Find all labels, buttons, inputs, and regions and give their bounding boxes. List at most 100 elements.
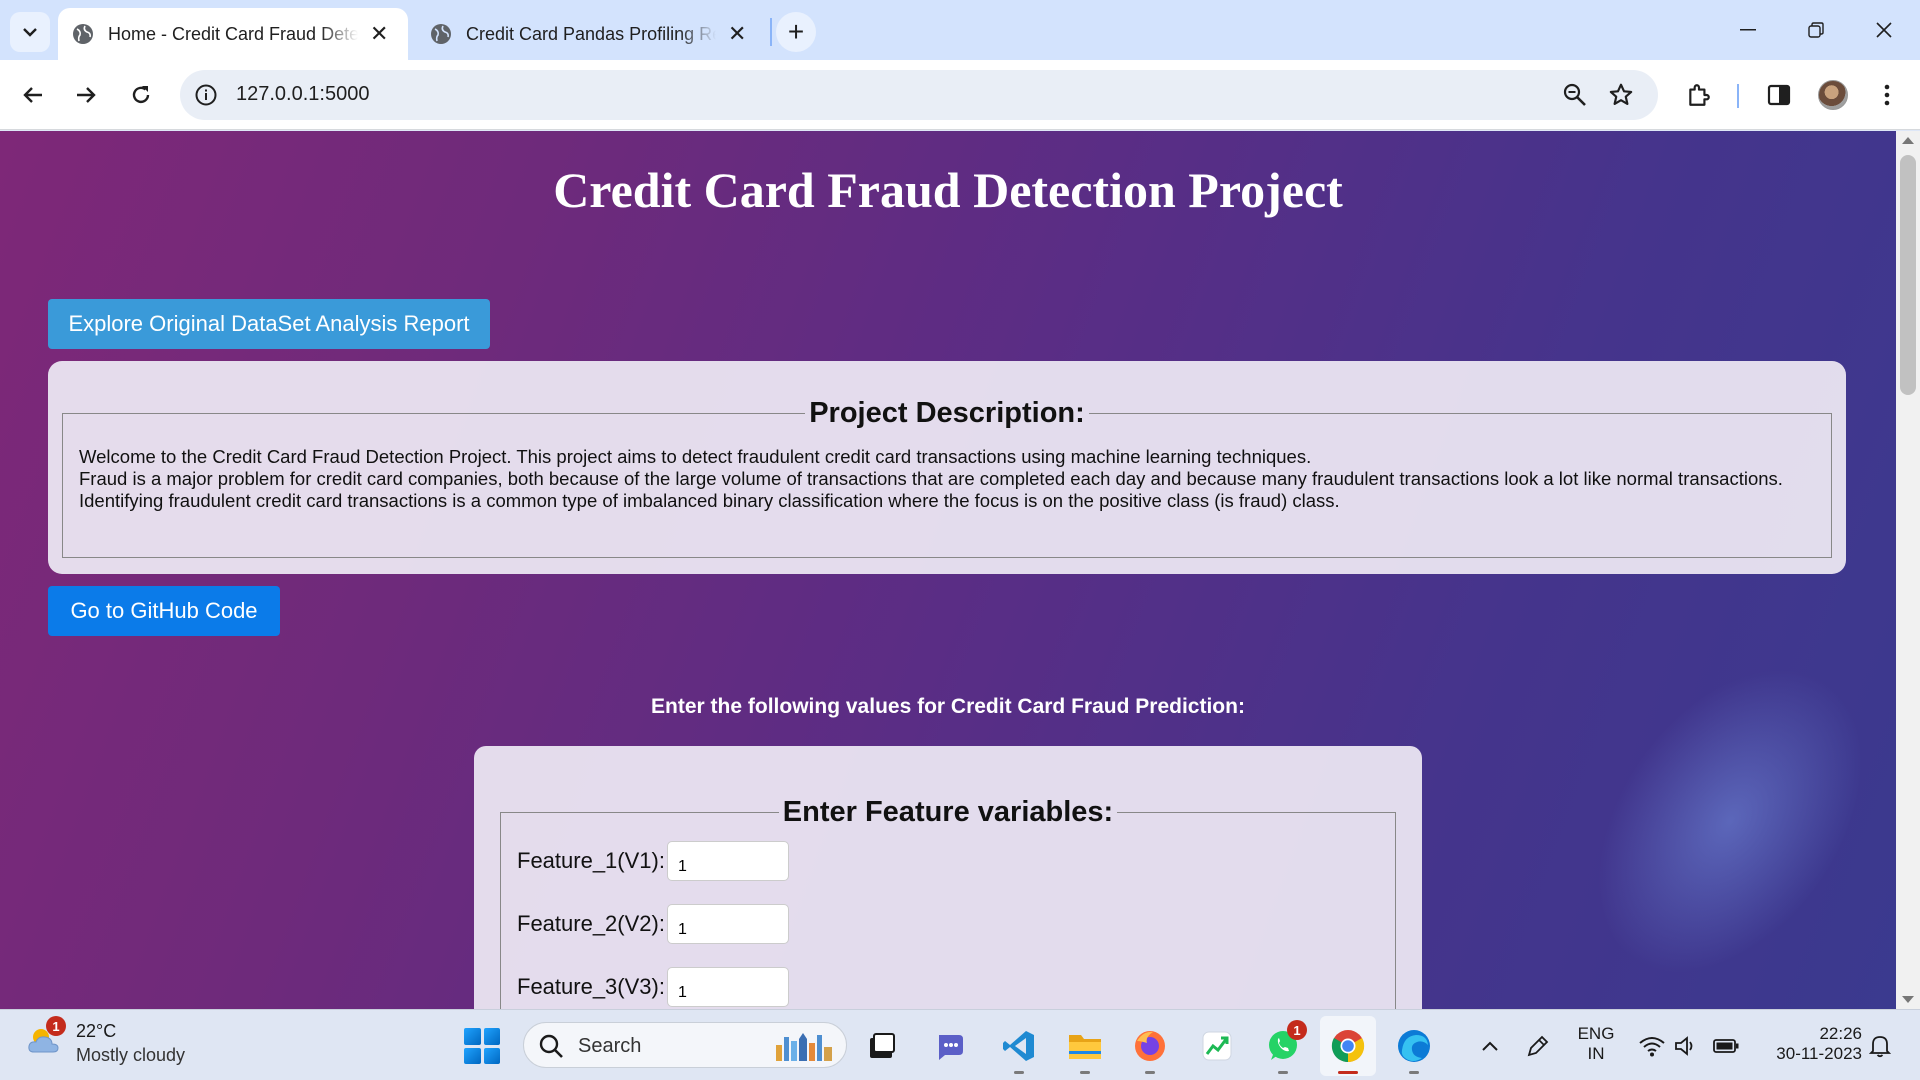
- search-highlight-icon: [776, 1033, 832, 1061]
- firefox-icon: [1135, 1031, 1165, 1061]
- restore-button[interactable]: [1786, 10, 1846, 50]
- taskbar-chart-app[interactable]: [1195, 1024, 1239, 1068]
- notifications-button[interactable]: [1858, 1024, 1902, 1068]
- arrow-left-icon: [23, 87, 42, 103]
- running-indicator: [1080, 1071, 1090, 1074]
- page-title: Credit Card Fraud Detection Project: [553, 162, 1343, 218]
- taskbar-chrome[interactable]: [1326, 1024, 1370, 1074]
- plus-icon: +: [787, 16, 805, 47]
- tab-close-icon[interactable]: ✕: [370, 23, 388, 45]
- puzzle-icon: [1689, 84, 1710, 106]
- menu-button[interactable]: [1866, 74, 1908, 116]
- clock-time: 22:26: [1819, 1024, 1862, 1043]
- bookmark-star-icon[interactable]: [1608, 82, 1634, 108]
- weather-temperature[interactable]: 22°C: [76, 1021, 116, 1042]
- feature-1-input[interactable]: [666, 840, 789, 881]
- feature-form-card: Enter Feature variables: Feature_1(V1): …: [474, 746, 1422, 1009]
- page-scrollbar[interactable]: [1896, 131, 1920, 1009]
- page-viewport: Credit Card Fraud Detection Project Expl…: [0, 131, 1920, 1009]
- forward-button[interactable]: [65, 74, 107, 116]
- feature-legend: Enter Feature variables:: [782, 796, 1114, 828]
- tab-strip: Home - Credit Card Fraud Detection ✕ Cre…: [0, 0, 1920, 60]
- battery-tray[interactable]: [1704, 1024, 1748, 1068]
- project-description-fieldset: Project Description: Welcome to the Cred…: [62, 397, 1832, 558]
- bell-icon: [1869, 1036, 1891, 1058]
- search-label: Search: [578, 1035, 642, 1057]
- feature-3-input[interactable]: [666, 966, 789, 1007]
- tab-separator: [770, 18, 772, 46]
- zoom-icon[interactable]: [1562, 82, 1588, 108]
- background-glow: [1542, 618, 1918, 1009]
- project-description-legend: Project Description:: [809, 397, 1085, 429]
- url-text[interactable]: 127.0.0.1:5000: [236, 83, 369, 106]
- taskbar-firefox[interactable]: [1128, 1024, 1172, 1074]
- scrollbar-thumb[interactable]: [1900, 155, 1916, 395]
- clock[interactable]: 22:26 30-11-2023: [1752, 1024, 1862, 1064]
- side-panel-button[interactable]: [1758, 74, 1800, 116]
- language-indicator[interactable]: ENG IN: [1570, 1024, 1622, 1064]
- reload-icon: [132, 86, 150, 104]
- scroll-up-arrow-icon[interactable]: [1902, 137, 1914, 144]
- github-code-button[interactable]: Go to GitHub Code: [48, 586, 280, 636]
- tab-close-icon[interactable]: ✕: [728, 23, 746, 45]
- language-code: ENG: [1577, 1024, 1615, 1043]
- running-indicator: [1278, 1071, 1288, 1074]
- vscode-icon: [1003, 1031, 1034, 1061]
- close-icon: [1876, 22, 1892, 38]
- taskbar-file-explorer[interactable]: [1063, 1024, 1107, 1074]
- weather-badge: 1: [46, 1016, 66, 1036]
- more-vert-icon: [1884, 84, 1890, 106]
- show-hidden-icons-button[interactable]: [1468, 1024, 1512, 1068]
- tab-title: Credit Card Pandas Profiling Report: [466, 23, 716, 44]
- profile-button[interactable]: [1812, 74, 1854, 116]
- feature-row: Feature_2(V2):: [517, 892, 1379, 955]
- battery-icon: [1713, 1039, 1739, 1053]
- volume-tray[interactable]: [1664, 1024, 1708, 1068]
- form-prompt: Enter the following values for Credit Ca…: [651, 695, 1245, 718]
- extensions-button[interactable]: [1678, 74, 1720, 116]
- globe-icon: [73, 24, 93, 44]
- windows-logo-icon: [464, 1028, 481, 1045]
- weather-widget[interactable]: 1: [24, 1016, 66, 1060]
- pen-icon: [1527, 1035, 1549, 1057]
- back-button[interactable]: [12, 74, 54, 116]
- pen-tray-button[interactable]: [1516, 1024, 1560, 1068]
- folder-icon: [1069, 1035, 1101, 1059]
- wifi-icon: [1639, 1037, 1665, 1057]
- new-tab-button[interactable]: +: [776, 12, 816, 52]
- toolbar-separator: [1737, 84, 1739, 108]
- feature-row: Feature_3(V3):: [517, 955, 1379, 1009]
- tab-profiling-report[interactable]: Credit Card Pandas Profiling Report ✕: [416, 8, 756, 60]
- taskbar-edge[interactable]: [1392, 1024, 1436, 1074]
- tab-search-button[interactable]: [10, 12, 50, 52]
- tab-title: Home - Credit Card Fraud Detection: [108, 23, 358, 44]
- taskbar-search[interactable]: Search: [523, 1022, 847, 1068]
- task-view-icon: [870, 1033, 895, 1058]
- whatsapp-badge: 1: [1287, 1020, 1307, 1040]
- chevron-down-icon: [23, 28, 37, 37]
- taskbar-vscode[interactable]: [997, 1024, 1041, 1074]
- explore-dataset-report-button[interactable]: Explore Original DataSet Analysis Report: [48, 299, 490, 349]
- info-icon[interactable]: [194, 83, 218, 107]
- reload-button[interactable]: [120, 74, 162, 116]
- side-panel-icon: [1767, 84, 1791, 106]
- taskbar-meet-chat[interactable]: [930, 1024, 974, 1068]
- start-button[interactable]: [464, 1028, 500, 1064]
- chevron-up-icon: [1482, 1041, 1498, 1051]
- taskbar-task-view[interactable]: [860, 1024, 904, 1068]
- taskbar-whatsapp[interactable]: 1: [1261, 1020, 1307, 1074]
- running-indicator: [1145, 1071, 1155, 1074]
- scroll-down-arrow-icon[interactable]: [1902, 996, 1914, 1003]
- weather-description[interactable]: Mostly cloudy: [76, 1045, 185, 1066]
- minimize-button[interactable]: [1718, 10, 1778, 50]
- chrome-icon: [1331, 1030, 1365, 1063]
- taskbar: 1 22°C Mostly cloudy Search 1 ENG IN 22:…: [0, 1009, 1920, 1080]
- project-description-text: Welcome to the Credit Card Fraud Detecti…: [79, 446, 1815, 512]
- feature-2-input[interactable]: [666, 903, 789, 944]
- running-indicator: [1014, 1071, 1024, 1074]
- description-line: Welcome to the Credit Card Fraud Detecti…: [79, 446, 1312, 467]
- minimize-icon: [1740, 29, 1756, 31]
- address-bar[interactable]: 127.0.0.1:5000: [180, 70, 1658, 120]
- tab-home[interactable]: Home - Credit Card Fraud Detection ✕: [58, 8, 408, 60]
- close-window-button[interactable]: [1854, 10, 1914, 50]
